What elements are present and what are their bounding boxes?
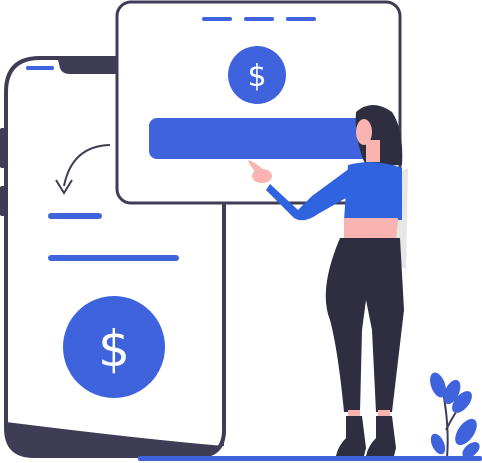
window-dash-1 — [202, 17, 232, 21]
phone-status-bar — [26, 66, 54, 70]
phone-dollar-symbol: $ — [98, 320, 130, 378]
woman-pants — [325, 238, 404, 412]
payment-amount-field — [149, 118, 371, 159]
phone-text-line-short — [48, 213, 102, 219]
payment-illustration: $ $ — [0, 0, 482, 463]
card-dollar-coin-icon: $ — [228, 46, 286, 104]
card-dollar-symbol: $ — [247, 59, 266, 94]
woman-shirt — [344, 162, 402, 220]
woman-shoe-right — [366, 416, 396, 456]
window-dash-2 — [244, 17, 274, 21]
phone-text-line-long — [48, 255, 179, 261]
window-dash-3 — [286, 17, 316, 21]
dollar-coin-icon: $ — [63, 296, 165, 398]
woman-shoe-left — [336, 416, 366, 456]
plant-leaves — [430, 372, 480, 459]
ground-line — [138, 456, 482, 461]
